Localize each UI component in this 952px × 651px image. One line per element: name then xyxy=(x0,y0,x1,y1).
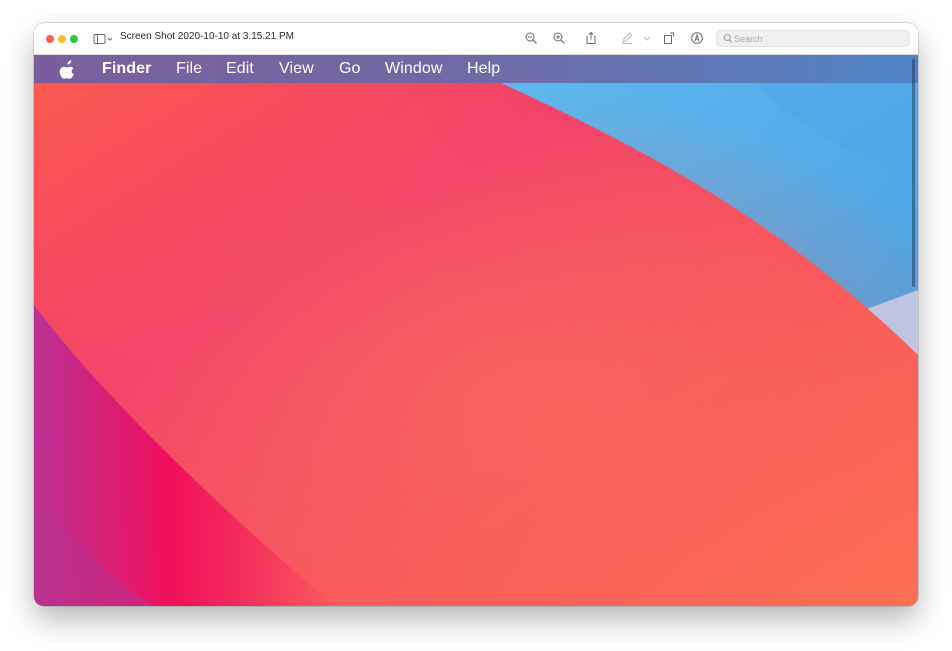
sidebar-toggle-button[interactable] xyxy=(93,32,115,46)
zoom-in-icon[interactable] xyxy=(552,31,566,45)
minimize-button[interactable] xyxy=(58,35,66,43)
menu-view[interactable]: View xyxy=(279,60,314,78)
rotate-icon[interactable] xyxy=(662,31,676,45)
vertical-scrollbar[interactable] xyxy=(912,59,915,287)
wallpaper xyxy=(34,55,918,606)
search-icon xyxy=(723,34,733,43)
document-title: Screen Shot 2020-10-10 at 3.15.21 PM xyxy=(120,31,295,42)
markup-pen-icon[interactable] xyxy=(620,31,634,45)
share-icon[interactable] xyxy=(584,31,598,45)
zoom-button[interactable] xyxy=(70,35,78,43)
menu-window[interactable]: Window xyxy=(385,60,443,78)
image-view: Finder File Edit View Go Window Help xyxy=(34,55,918,606)
menu-go[interactable]: Go xyxy=(339,60,361,78)
title-bar[interactable]: Screen Shot 2020-10-10 at 3.15.21 PM xyxy=(34,23,918,55)
search-input[interactable] xyxy=(734,32,904,45)
annotate-icon[interactable] xyxy=(690,31,704,45)
close-button[interactable] xyxy=(46,35,54,43)
zoom-out-icon[interactable] xyxy=(524,31,538,45)
search-field[interactable] xyxy=(716,30,910,47)
chevron-down-icon[interactable] xyxy=(642,31,652,45)
apple-icon[interactable] xyxy=(59,59,77,79)
menu-edit[interactable]: Edit xyxy=(226,60,254,78)
sidebar-toggle-icon xyxy=(93,34,113,44)
screenshot-menubar: Finder File Edit View Go Window Help xyxy=(34,55,918,83)
preview-window: Screen Shot 2020-10-10 at 3.15.21 PM Sea… xyxy=(34,23,918,606)
menu-help[interactable]: Help xyxy=(467,60,500,78)
menu-file[interactable]: File xyxy=(176,60,202,78)
menu-finder[interactable]: Finder xyxy=(102,60,152,78)
